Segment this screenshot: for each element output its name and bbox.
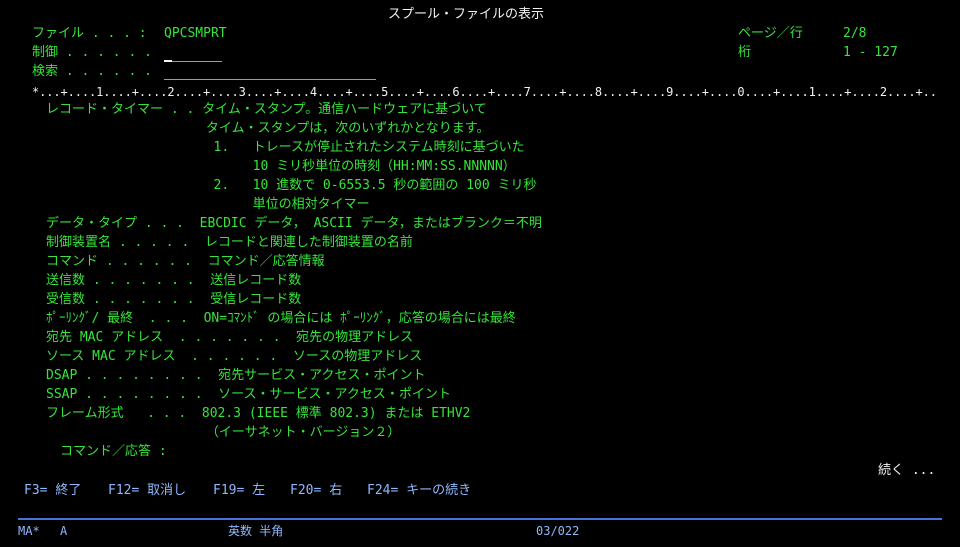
spool-line: 1. トレースが停止されたシステム時刻に基づいた xyxy=(10,140,525,155)
spool-line: コマンド . . . . . . コマンド／応答情報 xyxy=(46,254,325,269)
page-line-label: ページ／行 xyxy=(738,26,803,41)
session-indicator: MA* xyxy=(18,524,40,538)
command-input[interactable] xyxy=(190,442,890,460)
fkey-label: キーの続き xyxy=(406,483,472,498)
fkey-code: F24= xyxy=(367,483,399,498)
column-range-value: 1 - 127 xyxy=(843,45,898,60)
column-label: 桁 xyxy=(738,45,752,60)
more-indicator: 続く ... xyxy=(878,463,936,478)
fkey-code: F12= xyxy=(108,483,140,498)
f12-cancel-key[interactable]: F12= 取消し xyxy=(108,481,186,500)
file-label: ファイル . . . : xyxy=(32,26,147,41)
fkey-code: F3= xyxy=(24,483,48,498)
f3-exit-key[interactable]: F3= 終了 xyxy=(24,481,81,500)
spool-line: 送信数 . . . . . . . 送信レコード数 xyxy=(46,273,302,288)
spool-line: ﾎﾟｰﾘﾝｸﾞ/ 最終 . . . ON=ｺﾏﾝﾄﾞ の場合には ﾎﾟｰﾘﾝｸﾞ… xyxy=(46,311,516,326)
spool-line: 2. 10 進数で 0-6553.5 秒の範囲の 100 ミリ秒 xyxy=(10,178,537,193)
spool-line: タイム・スタンプは，次のいずれかとなります。 xyxy=(18,121,490,136)
control-input[interactable] xyxy=(164,43,222,61)
spool-line: 単位の相対タイマー xyxy=(10,197,370,212)
spool-line: ソース MAC アドレス . . . . . . ソースの物理アドレス xyxy=(46,349,423,364)
spool-line: （イーサネット・バージョン２） xyxy=(18,425,401,440)
f19-left-key[interactable]: F19= 左 xyxy=(213,481,265,500)
file-value: QPCSMPRT xyxy=(164,26,227,41)
page-line-value: 2/8 xyxy=(843,26,867,41)
spool-line: DSAP . . . . . . . . 宛先サービス・アクセス・ポイント xyxy=(46,368,426,383)
spool-line: 受信数 . . . . . . . 受信レコード数 xyxy=(46,292,302,307)
fkey-label: 終了 xyxy=(55,483,82,498)
fkey-label: 取消し xyxy=(147,483,187,498)
fkey-code: F19= xyxy=(213,483,245,498)
fkey-code: F20= xyxy=(290,483,322,498)
fkey-label: 左 xyxy=(252,483,266,498)
command-label: コマンド／応答 : xyxy=(60,444,167,459)
spool-line: 制御装置名 . . . . . レコードと関連した制御装置の名前 xyxy=(46,235,413,250)
spool-line: フレーム形式 . . . 802.3 (IEEE 標準 802.3) または E… xyxy=(46,406,471,421)
spool-line: SSAP . . . . . . . . ソース・サービス・アクセス・ポイント xyxy=(46,387,451,402)
search-input[interactable] xyxy=(164,62,376,80)
f24-more-keys-key[interactable]: F24= キーの続き xyxy=(367,481,471,500)
control-label: 制御 . . . . . . xyxy=(32,45,152,60)
spool-line: レコード・タイマー . . タイム・スタンプ。通信ハードウェアに基づいて xyxy=(46,102,487,117)
fkey-label: 右 xyxy=(329,483,343,498)
mode-indicator: A xyxy=(60,524,68,538)
status-divider xyxy=(18,518,942,520)
f20-right-key[interactable]: F20= 右 xyxy=(290,481,342,500)
search-label: 検索 . . . . . . xyxy=(32,64,152,79)
screen-title: スプール・ファイルの表示 xyxy=(388,7,545,22)
input-mode-indicator: 英数 半角 xyxy=(228,524,284,538)
spool-line: 宛先 MAC アドレス . . . . . . . 宛先の物理アドレス xyxy=(46,330,414,345)
search-input-underline xyxy=(164,79,376,80)
spool-line: 10 ミリ秒単位の時刻（HH:MM:SS.NNNNN） xyxy=(10,159,516,174)
cursor-position: 03/022 xyxy=(536,524,580,538)
spool-line: データ・タイプ . . . EBCDIC データ， ASCII データ，またはブ… xyxy=(46,216,542,231)
